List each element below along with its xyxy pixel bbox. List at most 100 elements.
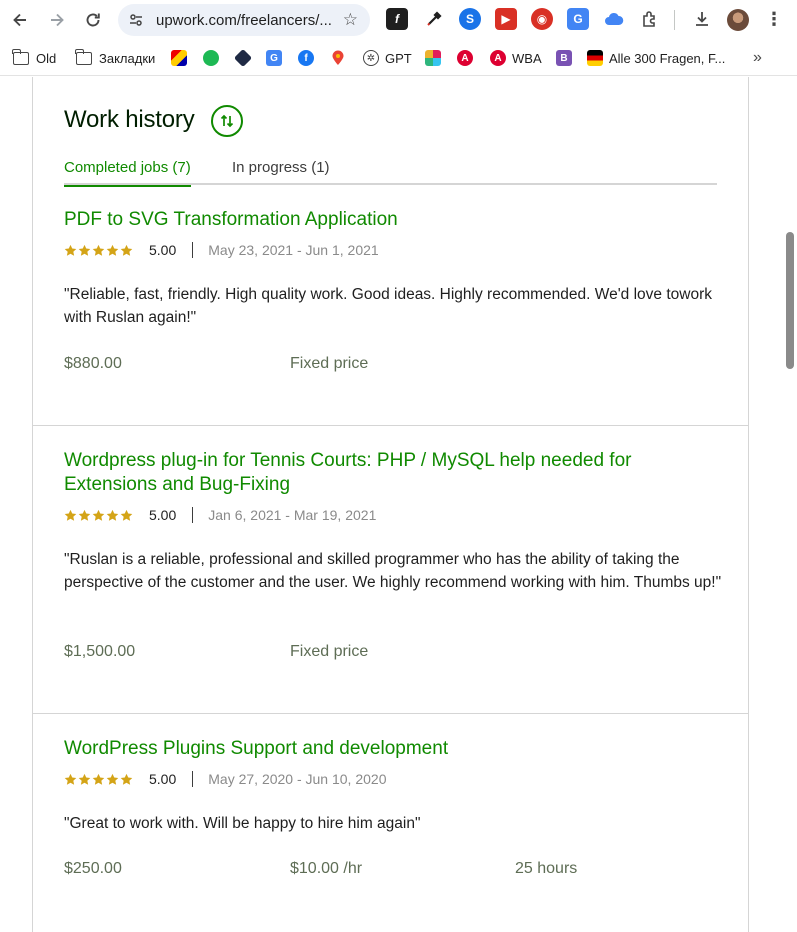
- eyedropper-extension-icon[interactable]: [423, 8, 445, 30]
- profile-avatar[interactable]: [727, 9, 749, 31]
- map-pin-icon: [330, 50, 346, 66]
- job-dates: May 27, 2020 - Jun 10, 2020: [208, 771, 387, 787]
- translate-extension-icon[interactable]: G: [567, 8, 589, 30]
- star-icon: [78, 509, 91, 521]
- job-title-link[interactable]: WordPress Plugins Support and developmen…: [64, 737, 704, 761]
- job-meta: 5.00 May 23, 2021 - Jun 1, 2021: [64, 241, 379, 259]
- bookmark-slack[interactable]: [425, 49, 447, 67]
- url-text: upwork.com/freelancers/...: [156, 11, 332, 29]
- extensions-puzzle-icon[interactable]: [639, 8, 661, 30]
- bookmark-folder-zakladki[interactable]: Закладки: [75, 48, 156, 67]
- translate-icon: G: [266, 50, 282, 66]
- client-feedback: "Reliable, fast, friendly. High quality …: [64, 286, 712, 326]
- site-settings-icon[interactable]: [124, 12, 148, 28]
- bookmark-label: Закладки: [99, 50, 156, 66]
- job-title-link[interactable]: Wordpress plug-in for Tennis Courts: PHP…: [64, 449, 704, 497]
- star-icon: [92, 773, 105, 785]
- job-amount: $880.00: [64, 355, 122, 372]
- star-icon: [106, 509, 119, 521]
- bookmark-wba[interactable]: A WBA: [490, 49, 542, 67]
- scrollbar-track[interactable]: [784, 77, 797, 932]
- rating-value: 5.00: [149, 242, 177, 258]
- reload-icon[interactable]: [79, 6, 107, 34]
- job-pricing-type: Fixed price: [290, 643, 369, 660]
- bookmark-label: Alle 300 Fragen, F...: [609, 50, 726, 66]
- star-icon: [92, 244, 105, 256]
- job-divider: [33, 713, 748, 714]
- client-feedback: "Ruslan is a reliable, professional and …: [64, 551, 722, 591]
- sort-arrows-icon: [220, 114, 234, 128]
- star-icon: [92, 509, 105, 521]
- forward-icon[interactable]: [43, 6, 71, 34]
- star-icon: [120, 773, 133, 785]
- client-feedback: "Great to work with. Will be happy to hi…: [64, 815, 421, 832]
- bookmark-chat-site[interactable]: [203, 49, 225, 67]
- chat-bubble-icon: [203, 50, 219, 66]
- bookmark-label: Old: [36, 50, 57, 66]
- work-history-title: Work history: [64, 106, 195, 133]
- bookmark-bootstrap[interactable]: B: [556, 49, 578, 67]
- tab-completed-jobs[interactable]: Completed jobs (7): [64, 159, 191, 187]
- job-amount: $250.00: [64, 860, 122, 877]
- work-history-card: Work history Completed jobs (7) In progr…: [32, 77, 749, 932]
- bookmark-star-icon[interactable]: ☆: [343, 10, 358, 30]
- back-icon[interactable]: [6, 6, 34, 34]
- star-icon: [106, 244, 119, 256]
- job-dates: May 23, 2021 - Jun 1, 2021: [208, 242, 379, 258]
- bookmarks-bar: Old Закладки G f ✲ GPT A A WBA B Alle 30…: [0, 40, 797, 76]
- bookmark-alle-300-fragen[interactable]: Alle 300 Fragen, F...: [587, 49, 725, 67]
- scrollbar-thumb[interactable]: [786, 232, 794, 369]
- meta-divider: [192, 242, 194, 258]
- video-extension-icon[interactable]: ▶: [495, 8, 517, 30]
- bookmark-cube-site[interactable]: [233, 48, 257, 68]
- sort-button[interactable]: [211, 105, 243, 137]
- rating-stars: [64, 509, 133, 522]
- star-icon: [64, 244, 77, 256]
- slack-icon: [425, 50, 441, 66]
- address-bar[interactable]: upwork.com/freelancers/... ☆: [118, 4, 370, 36]
- rating-value: 5.00: [149, 771, 177, 787]
- bootstrap-icon: B: [556, 50, 572, 66]
- bookmarks-overflow-button[interactable]: »: [753, 49, 762, 67]
- rating-stars: [64, 773, 133, 786]
- page-viewport: Work history Completed jobs (7) In progr…: [0, 77, 797, 932]
- rating-stars: [64, 244, 133, 257]
- shield-extension-icon[interactable]: ◉: [531, 8, 553, 30]
- bookmark-folder-old[interactable]: Old: [12, 48, 57, 67]
- bookmark-angular[interactable]: A: [457, 49, 479, 67]
- meta-divider: [192, 507, 194, 523]
- job-hours: 25 hours: [515, 860, 578, 877]
- bookmark-facebook[interactable]: f: [298, 49, 320, 67]
- download-icon[interactable]: [691, 8, 713, 30]
- star-icon: [64, 509, 77, 521]
- star-icon: [120, 509, 133, 521]
- bookmark-label: GPT: [385, 50, 412, 66]
- job-meta: 5.00 Jan 6, 2021 - Mar 19, 2021: [64, 506, 376, 524]
- angular-icon: A: [490, 50, 506, 66]
- job-amount: $1,500.00: [64, 643, 136, 660]
- star-icon: [64, 773, 77, 785]
- cube-icon: [233, 48, 253, 68]
- cloud-extension-icon[interactable]: [603, 8, 625, 30]
- work-history-tabs: Completed jobs (7) In progress (1): [64, 159, 717, 187]
- sync-extension-icon[interactable]: S: [459, 8, 481, 30]
- facebook-icon: f: [298, 50, 314, 66]
- bookmark-flag-site[interactable]: [171, 49, 193, 67]
- star-icon: [120, 244, 133, 256]
- star-icon: [78, 244, 91, 256]
- job-pricing-type: Fixed price: [290, 355, 369, 372]
- bookmark-gpt[interactable]: ✲ GPT: [363, 49, 412, 67]
- browser-toolbar: upwork.com/freelancers/... ☆ f S ▶ ◉ G ⋮: [0, 0, 797, 40]
- menu-kebab-icon[interactable]: ⋮: [763, 8, 785, 30]
- tab-in-progress[interactable]: In progress (1): [232, 159, 330, 183]
- bookmark-maps[interactable]: [330, 49, 352, 67]
- bookmark-translate-site[interactable]: G: [266, 49, 288, 67]
- star-icon: [106, 773, 119, 785]
- meta-divider: [192, 771, 194, 787]
- rating-value: 5.00: [149, 507, 177, 523]
- job-divider: [33, 425, 748, 426]
- star-icon: [78, 773, 91, 785]
- job-title-link[interactable]: PDF to SVG Transformation Application: [64, 208, 704, 232]
- formula-extension-icon[interactable]: f: [386, 8, 408, 30]
- job-dates: Jan 6, 2021 - Mar 19, 2021: [208, 507, 377, 523]
